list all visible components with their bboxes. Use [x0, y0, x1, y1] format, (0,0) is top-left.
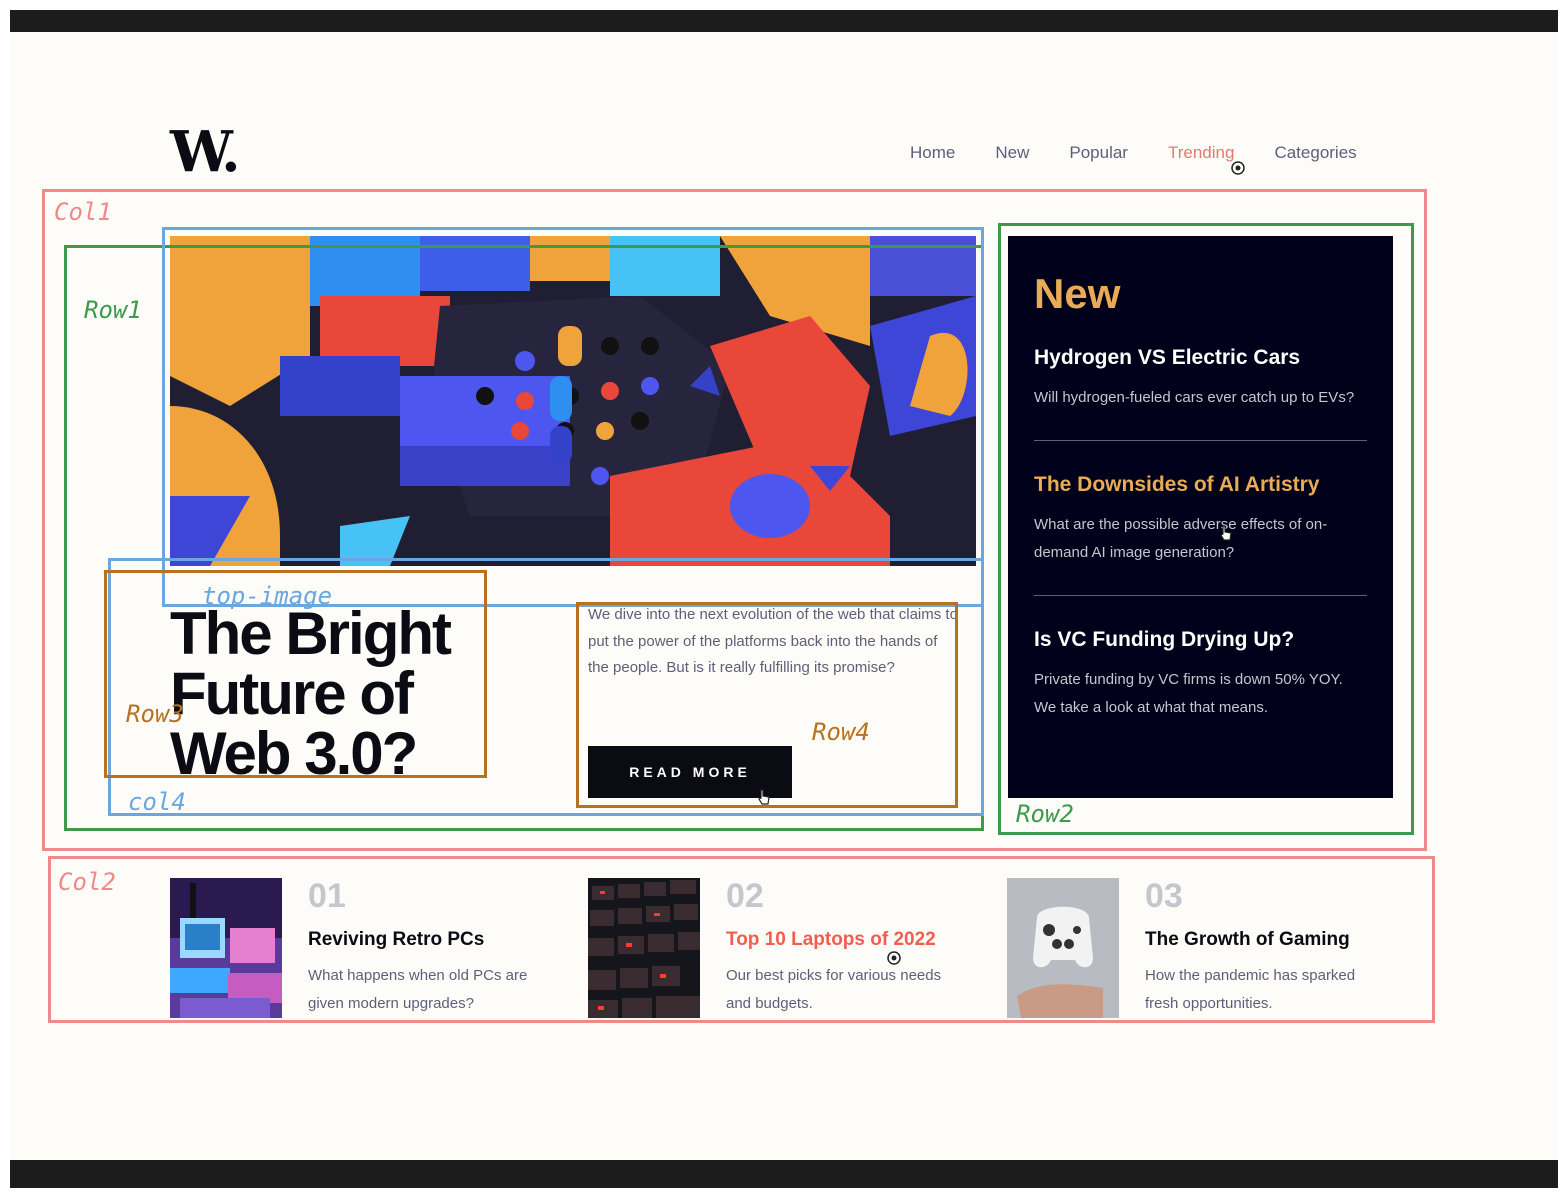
- article-card: 03 The Growth of Gaming How the pandemic…: [1007, 878, 1367, 1018]
- nav-item-new[interactable]: New: [975, 142, 1049, 164]
- new-item: The Downsides of AI Artistry What are th…: [1034, 471, 1367, 596]
- abstract-blocks-illustration: [170, 236, 976, 566]
- card-number: 03: [1145, 877, 1183, 915]
- card-title[interactable]: Reviving Retro PCs: [308, 928, 484, 952]
- card-image-laptops[interactable]: [588, 878, 700, 1018]
- new-item-title-vc-funding[interactable]: Is VC Funding Drying Up?: [1034, 626, 1367, 654]
- new-item-title-hydrogen[interactable]: Hydrogen VS Electric Cars: [1034, 344, 1367, 372]
- article-card: 01 Reviving Retro PCs What happens when …: [170, 878, 530, 1018]
- new-item-desc: Will hydrogen-fueled cars ever catch up …: [1034, 389, 1355, 406]
- new-panel-title: New: [1034, 270, 1121, 317]
- hero-image[interactable]: [170, 236, 976, 566]
- pointer-cursor-icon: [1220, 525, 1232, 541]
- headline-line-2: Future of: [170, 660, 414, 727]
- window-bottom-bar: [10, 1160, 1558, 1188]
- new-articles-panel: New Hydrogen VS Electric Cars Will hydro…: [1008, 236, 1393, 798]
- new-item-title-ai-artistry[interactable]: The Downsides of AI Artistry: [1034, 471, 1367, 499]
- card-image-gaming[interactable]: [1007, 878, 1119, 1018]
- gamepad-image: [1007, 878, 1119, 1018]
- card-image-retro-pcs[interactable]: [170, 878, 282, 1018]
- new-item-desc: Private funding by VC firms is down 50% …: [1034, 671, 1343, 716]
- hand-cursor-icon: [1231, 161, 1245, 175]
- site-logo[interactable]: W.: [170, 122, 241, 182]
- headline-line-1: The Bright: [170, 600, 452, 667]
- keyboard-image: [588, 878, 700, 1018]
- hero-teaser: We dive into the next evolution of the w…: [588, 606, 958, 676]
- card-desc: What happens when old PCs are given mode…: [308, 967, 528, 1012]
- nav-item-categories[interactable]: Categories: [1254, 142, 1376, 164]
- retro-pcs-image: [170, 878, 282, 1018]
- nav-item-popular[interactable]: Popular: [1049, 142, 1148, 164]
- nav-item-home[interactable]: Home: [890, 142, 975, 164]
- headline-line-3: Web 3.0?: [170, 720, 418, 787]
- new-item: Is VC Funding Drying Up? Private funding…: [1034, 626, 1367, 750]
- hand-cursor-icon: [887, 951, 901, 965]
- new-item: Hydrogen VS Electric Cars Will hydrogen-…: [1034, 344, 1367, 441]
- main-nav: Home New Popular Trending Categories: [890, 142, 1377, 164]
- new-item-desc: What are the possible adverse effects of…: [1034, 516, 1328, 561]
- card-desc: How the pandemic has sparked fresh oppor…: [1145, 967, 1356, 1012]
- card-title[interactable]: The Growth of Gaming: [1145, 928, 1350, 952]
- window-top-bar: [10, 10, 1558, 32]
- card-title[interactable]: Top 10 Laptops of 2022: [726, 928, 936, 952]
- pointer-cursor-icon: [758, 789, 770, 805]
- card-number: 01: [308, 877, 346, 915]
- hero-headline: The Bright Future of Web 3.0?: [170, 604, 500, 784]
- card-number: 02: [726, 877, 764, 915]
- card-desc: Our best picks for various needs and bud…: [726, 967, 942, 1012]
